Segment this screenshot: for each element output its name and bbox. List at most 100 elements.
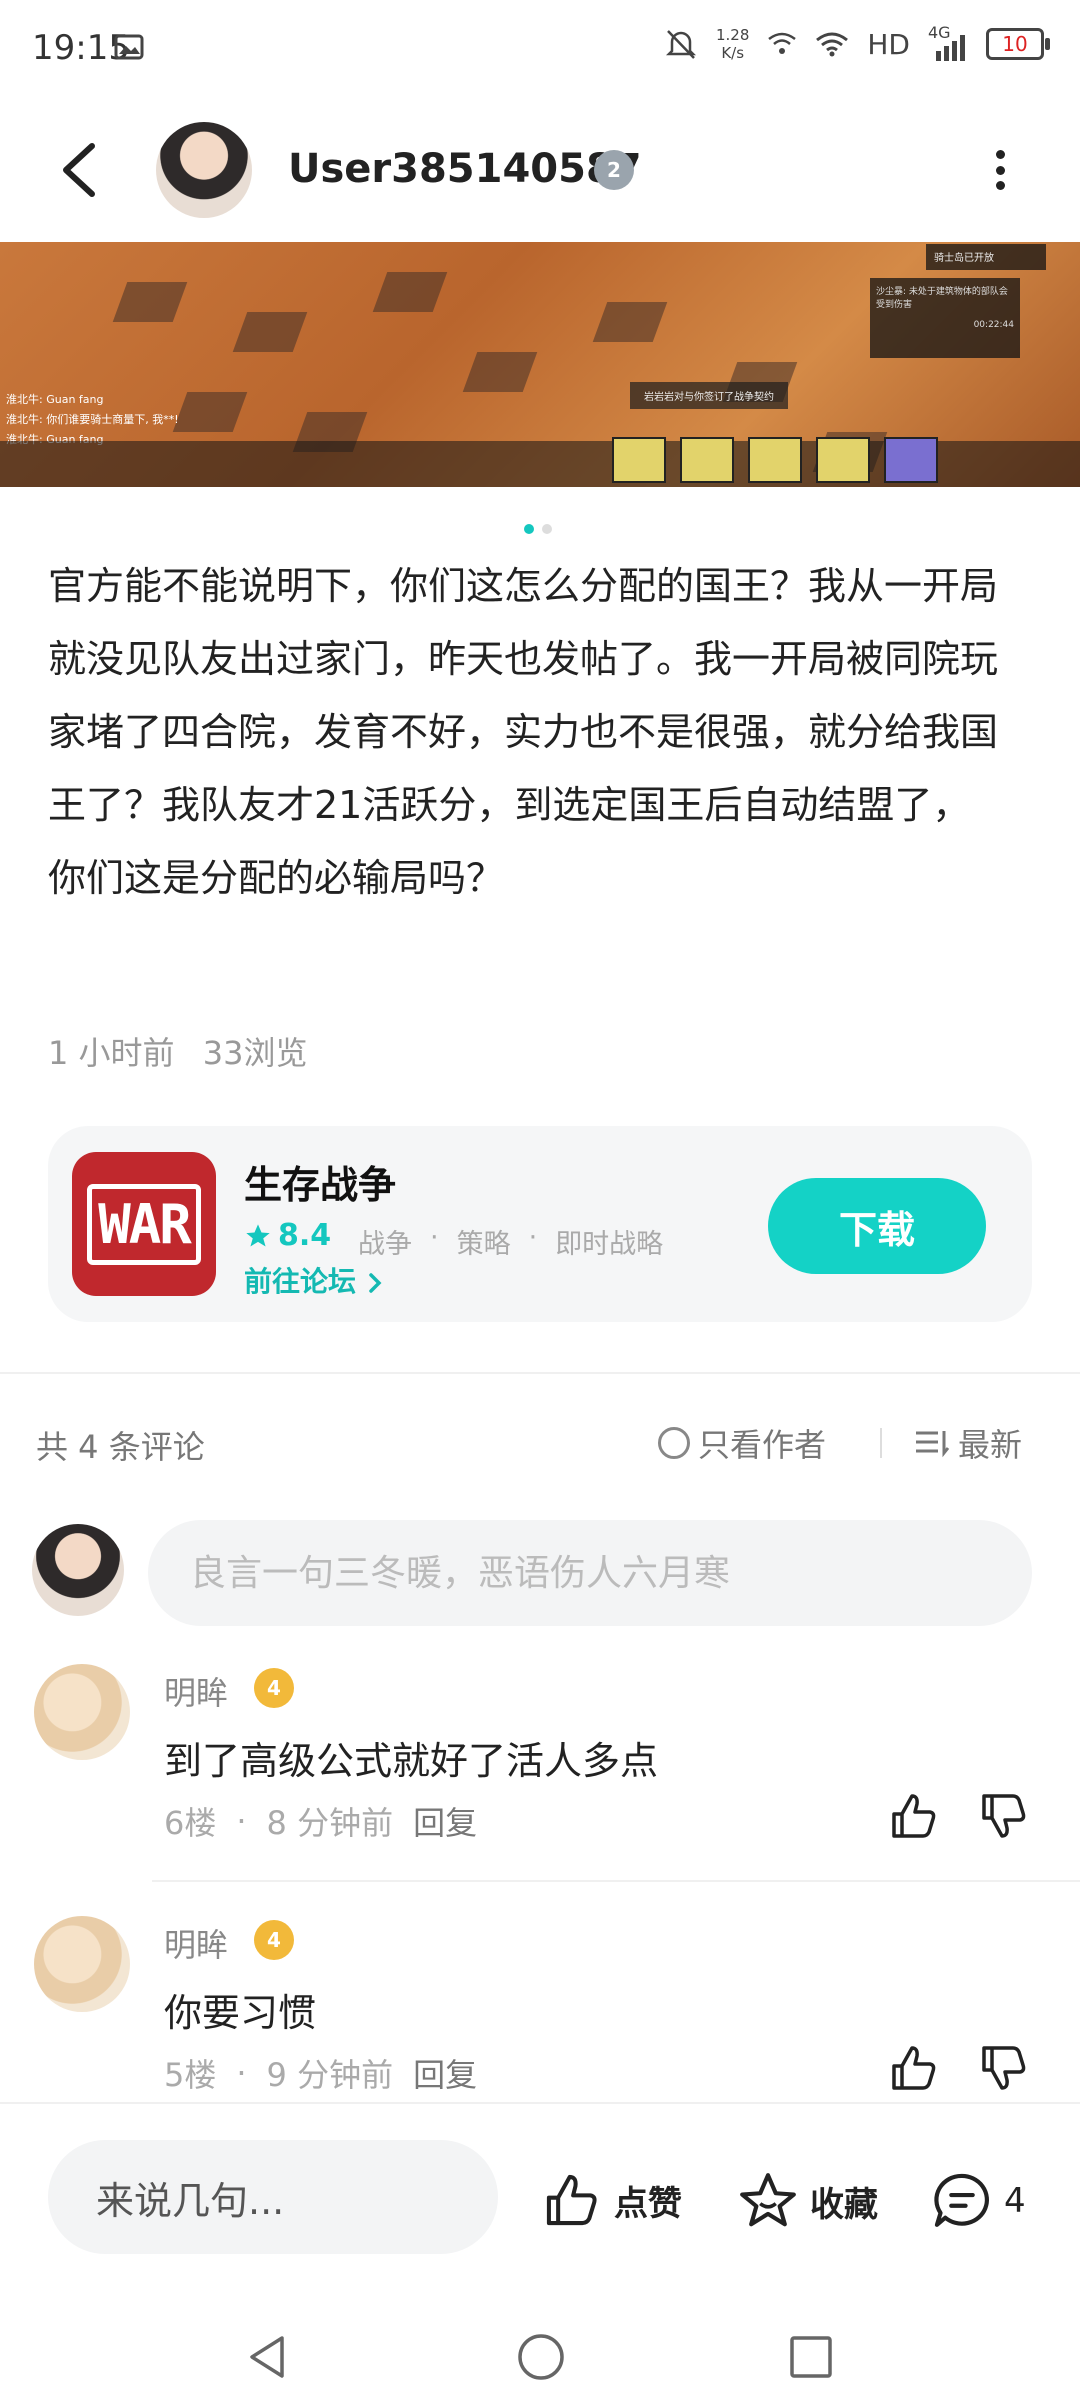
comment-text: 你要习惯 [164,1991,317,2035]
app-tag-sep: · [430,1222,439,1253]
say-something-input[interactable]: 来说几句... [48,2140,498,2254]
meta-dot: · [236,2054,247,2092]
banner-info-panel: 沙尘暴: 未处于建筑物体的部队会受到伤害 00:22:44 [870,278,1020,358]
comment-divider [152,1880,1080,1882]
app-card[interactable]: WAR 生存战争 8.4 战争 · 策略 · 即时战略 前往论坛 下载 [48,1126,1032,1322]
commenter-name[interactable]: 明眸 [164,1668,228,1714]
author-only-label[interactable]: 只看作者 [698,1420,826,1466]
network-type: HD [867,27,910,61]
sort-label[interactable]: 最新 [958,1420,1022,1466]
section-divider [0,1372,1080,1374]
nav-back-icon[interactable] [246,2332,290,2382]
post-body: 官方能不能说明下，你们这怎么分配的国王？我从一开局就没见队友出过家门，昨天也发帖… [48,564,999,900]
chevron-right-icon [369,1273,382,1293]
battery-level: 10 [1002,32,1028,56]
user-level-value: 2 [607,158,621,182]
app-name[interactable]: 生存战争 [244,1154,396,1209]
author-avatar[interactable] [156,122,252,218]
app-icon[interactable]: WAR [72,1152,216,1296]
radio-circle-icon[interactable] [658,1427,690,1459]
gallery-icon [114,34,144,60]
forum-link-label[interactable]: 前往论坛 [244,1265,356,1298]
banner-chat-line: 淮北牛: Guan fang [6,393,104,406]
app-tag-sep: · [528,1222,538,1253]
star-icon [246,1223,270,1246]
more-menu-icon[interactable] [990,150,1010,190]
comment-meta: 6楼 · 8 分钟前 回复 [164,1798,477,1844]
app-icon-text: WAR [87,1183,201,1265]
nav-home-icon[interactable] [516,2332,566,2382]
banner-panel-title: 骑士岛已开放 [926,244,1046,270]
top-nav: User385140587 2 [0,100,1080,240]
thumbs-up-icon[interactable] [888,2042,940,2094]
post-time: 1 小时前 [48,1034,175,1072]
hud-button [612,437,666,483]
thumbs-up-icon[interactable] [888,1790,940,1842]
carousel-dots [524,524,552,534]
thumbs-down-icon[interactable] [978,1790,1030,1842]
app-tag: 策略 [456,1229,511,1260]
mute-bell-icon [665,30,696,59]
hud-button [816,437,870,483]
comment-time: 8 分钟前 [266,1804,394,1842]
download-button[interactable]: 下载 [768,1178,986,1274]
thumbs-up-icon [546,2174,597,2226]
banner-panel-text: 沙尘暴: 未处于建筑物体的部队会受到伤害 [876,287,1008,310]
commenter-level-value: 4 [267,1676,281,1700]
comments-count: 共 4 条评论 [36,1428,205,1466]
comment-text: 到了高级公式就好了活人多点 [164,1739,659,1783]
app-tag: 即时战略 [555,1229,664,1260]
star-icon [740,2173,796,2227]
status-bar: 19:15 1.28 K/s HD 4G 10 [0,0,1080,100]
thumbs-down-icon[interactable] [978,2042,1030,2094]
carousel-dot-active [524,524,534,534]
forum-link[interactable]: 前往论坛 [244,1260,384,1300]
header-separator [880,1428,882,1458]
net-speed-unit: K/s [721,44,745,62]
post-views: 33浏览 [202,1034,308,1072]
app-rating: 8.4 [244,1218,331,1253]
back-arrow-icon[interactable] [50,138,110,202]
wifi-icon [816,32,849,57]
favorite-button[interactable]: 收藏 [736,2170,878,2232]
carousel-dot [542,524,552,534]
like-button[interactable]: 点赞 [540,2170,682,2230]
author-only-toggle[interactable]: 只看作者 [658,1420,826,1466]
hotspot-icon [768,32,797,54]
commenter-level-badge: 4 [254,1668,294,1708]
commenter-avatar[interactable] [34,1664,130,1760]
comment-floor: 6楼 [164,1804,217,1842]
comment-input[interactable] [148,1520,1032,1626]
sort-icon [916,1431,950,1458]
reply-button[interactable]: 回复 [413,1798,477,1844]
signal-icon: 4G [928,23,968,61]
hud-button [884,437,938,483]
comment-count: 4 [1004,2181,1026,2221]
net-speed-value: 1.28 [715,26,750,44]
comment-button[interactable]: 4 [930,2170,1026,2232]
battery-icon: 10 [986,28,1050,60]
reply-button[interactable]: 回复 [413,2050,477,2096]
comment-meta: 5楼 · 9 分钟前 回复 [164,2050,477,2096]
commenter-level-value: 4 [267,1928,281,1952]
sort-toggle[interactable]: 最新 [914,1420,1022,1466]
net-speed: 1.28 K/s [716,26,749,62]
author-username[interactable]: User385140587 [288,146,642,192]
system-nav-bar [0,2292,1080,2400]
comment-floor: 5楼 [164,2056,217,2094]
nav-recents-icon[interactable] [788,2334,834,2380]
commenter-name[interactable]: 明眸 [164,1920,228,1966]
status-right: 1.28 K/s HD 4G 10 [664,23,1050,62]
favorite-label: 收藏 [810,2184,878,2225]
bottom-action-bar: 来说几句... 点赞 收藏 4 [0,2102,1080,2294]
post-image-carousel[interactable]: 骑士岛已开放 沙尘暴: 未处于建筑物体的部队会受到伤害 00:22:44 岩岩岩… [0,242,1080,487]
app-rating-value: 8.4 [278,1218,332,1253]
hud-button [680,437,734,483]
app-tag: 战争 [358,1229,412,1260]
banner-toast: 岩岩岩对与你签订了战争契约 [630,382,788,409]
commenter-avatar[interactable] [34,1916,130,2012]
like-label: 点赞 [614,2183,682,2224]
post-meta: 1 小时前 33浏览 [48,1028,325,1074]
commenter-level-badge: 4 [254,1920,294,1960]
meta-dot: · [236,1802,247,1840]
